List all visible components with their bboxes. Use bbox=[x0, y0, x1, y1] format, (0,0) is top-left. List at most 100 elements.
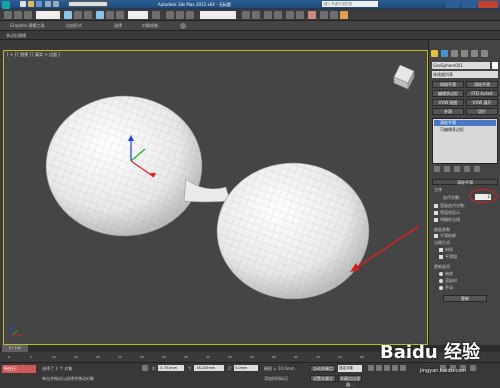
selected-object-dropdown[interactable]: 选定对象 bbox=[338, 365, 362, 372]
pivot-icon[interactable] bbox=[152, 11, 160, 19]
align-icon[interactable] bbox=[252, 11, 260, 19]
ruler-tick-15: 15 bbox=[74, 355, 78, 359]
modifier-button-3[interactable]: 编辑多边形 bbox=[432, 90, 464, 97]
unlink-icon[interactable] bbox=[14, 11, 22, 19]
stack-item-turbosmooth[interactable]: 涡轮平滑 bbox=[434, 120, 496, 126]
perspective-viewport[interactable]: [ + ] [ 透视 ] [ 真实 + 边面 ] bbox=[3, 50, 428, 345]
time-slider-thumb[interactable]: 0 / 100 bbox=[2, 345, 28, 352]
link-icon[interactable] bbox=[4, 11, 12, 19]
mirror-icon[interactable] bbox=[242, 11, 250, 19]
ribbon-tab-selection[interactable]: 选择 bbox=[114, 23, 122, 29]
lock-selection-icon[interactable] bbox=[142, 365, 148, 371]
manual-radio[interactable] bbox=[439, 286, 443, 290]
workspace-dropdown[interactable] bbox=[68, 1, 108, 7]
reference-coord-dropdown[interactable] bbox=[128, 11, 148, 19]
utilities-tab-icon[interactable] bbox=[481, 50, 488, 57]
stack-item-editpoly[interactable]: 可编辑多边形 bbox=[434, 127, 496, 133]
render-icon[interactable] bbox=[340, 11, 348, 19]
rotate-icon[interactable] bbox=[106, 11, 114, 19]
command-panel: GeoSphere001 修改器列表 网格平滑 涡轮平滑 编辑多边形 FFD 4… bbox=[428, 40, 500, 345]
render-radio[interactable] bbox=[439, 279, 443, 283]
viewcube[interactable] bbox=[393, 64, 415, 90]
smooth-result-checkbox[interactable] bbox=[434, 234, 438, 238]
modifier-button-6[interactable]: UVW 展开 bbox=[466, 99, 498, 106]
explicit-normals-checkbox[interactable] bbox=[434, 218, 438, 222]
always-radio[interactable] bbox=[439, 272, 443, 276]
select-icon[interactable] bbox=[64, 11, 72, 19]
make-unique-icon[interactable] bbox=[454, 166, 460, 172]
remove-modifier-icon[interactable] bbox=[464, 166, 470, 172]
layer-icon[interactable] bbox=[264, 11, 272, 19]
pin-stack-icon[interactable] bbox=[434, 166, 440, 172]
isoline-checkbox[interactable] bbox=[434, 211, 438, 215]
metaball-model[interactable] bbox=[45, 95, 370, 300]
modifier-button-5[interactable]: UVW 贴图 bbox=[432, 99, 464, 106]
modifier-button-8[interactable]: 切片 bbox=[466, 108, 498, 115]
stack-item-turbosmooth-label: 涡轮平滑 bbox=[440, 120, 456, 125]
graphite-icon[interactable] bbox=[274, 11, 282, 19]
scale-icon[interactable] bbox=[116, 11, 124, 19]
render-setup-icon[interactable] bbox=[320, 11, 328, 19]
bind-icon[interactable] bbox=[24, 11, 32, 19]
render-iters-checkbox[interactable] bbox=[434, 204, 438, 208]
curve-editor-icon[interactable] bbox=[286, 11, 294, 19]
ribbon-tab-freeform[interactable]: 自由形式 bbox=[66, 23, 82, 29]
motion-tab-icon[interactable] bbox=[461, 50, 468, 57]
autokey-button[interactable]: 自动关键点 bbox=[310, 365, 336, 372]
ruler-tick-35: 35 bbox=[162, 355, 166, 359]
modifier-stack[interactable]: 涡轮平滑 可编辑多边形 bbox=[432, 118, 498, 164]
modifier-button-2[interactable]: 涡轮平滑 bbox=[466, 81, 498, 88]
go-start-icon[interactable] bbox=[368, 365, 374, 371]
y-field[interactable]: -78.225mm bbox=[194, 365, 224, 371]
smoothing-checkbox[interactable] bbox=[439, 255, 443, 259]
maximize-button[interactable] bbox=[462, 1, 476, 8]
render-frame-icon[interactable] bbox=[330, 11, 338, 19]
close-button[interactable] bbox=[478, 1, 498, 8]
new-file-icon[interactable] bbox=[20, 1, 26, 7]
object-name-field[interactable]: GeoSphere001 bbox=[432, 62, 490, 69]
modifier-list-dropdown[interactable]: 修改器列表 bbox=[432, 71, 498, 78]
create-tab-icon[interactable] bbox=[431, 50, 438, 57]
minimize-button[interactable] bbox=[446, 1, 460, 8]
move-icon[interactable] bbox=[96, 11, 104, 19]
search-input[interactable]: 键入关键字或短语 bbox=[322, 1, 378, 7]
z-field[interactable]: 0.0mm bbox=[234, 365, 258, 371]
modifier-button-1[interactable]: 网格平滑 bbox=[432, 81, 464, 88]
save-file-icon[interactable] bbox=[36, 1, 42, 7]
modifier-button-4[interactable]: FFD 4x4x4 bbox=[466, 90, 498, 97]
app-logo-icon[interactable] bbox=[2, 0, 10, 9]
ribbon-sub-label[interactable]: 多边形建模 bbox=[6, 33, 26, 39]
ribbon-toggle-icon[interactable] bbox=[180, 23, 186, 29]
configure-sets-icon[interactable] bbox=[474, 166, 480, 172]
modify-tab-icon[interactable] bbox=[441, 50, 448, 57]
x-field[interactable]: -4.701mm bbox=[158, 365, 184, 371]
setkey-button[interactable]: 设置关键点 bbox=[310, 375, 336, 382]
object-color-swatch[interactable] bbox=[492, 62, 498, 69]
open-file-icon[interactable] bbox=[28, 1, 34, 7]
percent-snap-icon[interactable] bbox=[186, 11, 194, 19]
material-editor-icon[interactable] bbox=[308, 11, 316, 19]
maxscript-listener-button[interactable]: 所在行: bbox=[2, 365, 36, 373]
rect-select-icon[interactable] bbox=[84, 11, 92, 19]
object-name-text: GeoSphere001 bbox=[433, 63, 463, 68]
material-checkbox[interactable] bbox=[439, 248, 443, 252]
selection-filter-dropdown[interactable] bbox=[36, 11, 60, 19]
display-tab-icon[interactable] bbox=[471, 50, 478, 57]
add-time-tag[interactable]: 添加时间标记 bbox=[264, 376, 288, 382]
rollout-header[interactable]: 涡轮平滑 bbox=[432, 179, 498, 185]
select-by-name-icon[interactable] bbox=[74, 11, 82, 19]
schematic-icon[interactable] bbox=[296, 11, 304, 19]
modifier-button-7[interactable]: 补洞 bbox=[432, 108, 464, 115]
redo-icon[interactable] bbox=[53, 1, 59, 7]
key-filter-button[interactable]: 关键点过滤器... bbox=[338, 375, 362, 387]
angle-snap-icon[interactable] bbox=[176, 11, 184, 19]
update-button[interactable]: 更新 bbox=[443, 295, 487, 302]
named-selection-dropdown[interactable] bbox=[200, 11, 236, 19]
show-end-result-icon[interactable] bbox=[444, 166, 450, 172]
snap-icon[interactable] bbox=[166, 11, 174, 19]
hierarchy-tab-icon[interactable] bbox=[451, 50, 458, 57]
ribbon-tab-object-paint[interactable]: 对象绘制 bbox=[142, 23, 158, 29]
ruler-tick-75: 75 bbox=[338, 355, 342, 359]
undo-icon[interactable] bbox=[45, 1, 51, 7]
ribbon-tab-graphite[interactable]: Graphite 建模工具 bbox=[10, 23, 45, 29]
